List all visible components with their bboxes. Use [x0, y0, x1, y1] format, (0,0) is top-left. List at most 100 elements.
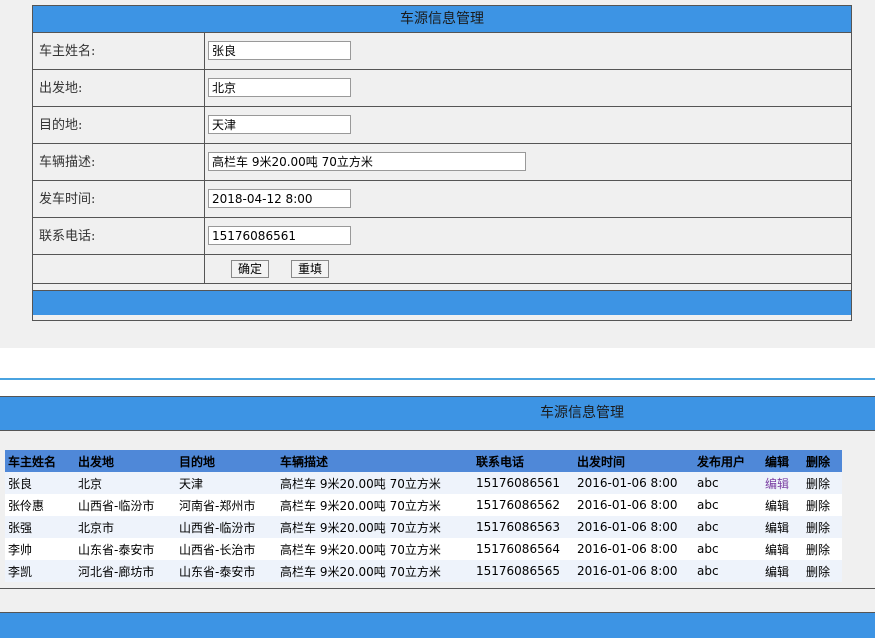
cell-user: abc — [694, 472, 762, 494]
form-footer-bar — [33, 291, 851, 315]
edit-link[interactable]: 编辑 — [762, 538, 803, 560]
reset-button[interactable]: 重填 — [291, 260, 330, 278]
list-divider — [0, 588, 875, 589]
table-row: 张良 北京 天津 高栏车 9米20.00吨 70立方米 15176086561 … — [5, 472, 842, 494]
column-divider — [204, 33, 205, 69]
form-row-origin: 出发地: — [33, 70, 851, 107]
vehicle-table: 车主姓名 出发地 目的地 车辆描述 联系电话 出发时间 发布用户 编辑 删除 张… — [5, 450, 842, 582]
cell-description: 高栏车 9米20.00吨 70立方米 — [277, 516, 473, 538]
column-divider — [204, 144, 205, 180]
cell-user: abc — [694, 516, 762, 538]
cell-description: 高栏车 9米20.00吨 70立方米 — [277, 494, 473, 516]
departure-time-label: 发车时间: — [39, 192, 96, 207]
confirm-button[interactable]: 确定 — [231, 260, 270, 278]
destination-input[interactable] — [208, 115, 351, 134]
column-header-destination: 目的地 — [176, 450, 277, 472]
column-header-edit: 编辑 — [762, 450, 803, 472]
list-title: 车源信息管理 — [540, 405, 624, 421]
delete-link[interactable]: 删除 — [803, 494, 842, 516]
column-header-owner: 车主姓名 — [5, 450, 75, 472]
cell-time: 2016-01-06 8:00 — [574, 494, 694, 516]
owner-name-input[interactable] — [208, 41, 351, 60]
vehicle-description-input[interactable] — [208, 152, 526, 171]
edit-link[interactable]: 编辑 — [762, 516, 803, 538]
form-row-departure-time: 发车时间: — [33, 181, 851, 218]
cell-owner: 李帅 — [5, 538, 75, 560]
cell-time: 2016-01-06 8:00 — [574, 560, 694, 582]
cell-time: 2016-01-06 8:00 — [574, 538, 694, 560]
cell-destination: 山西省-长治市 — [176, 538, 277, 560]
delete-link[interactable]: 删除 — [803, 560, 842, 582]
delete-link[interactable]: 删除 — [803, 516, 842, 538]
origin-label: 出发地: — [39, 81, 83, 96]
phone-label: 联系电话: — [39, 229, 96, 244]
form-row-phone: 联系电话: — [33, 218, 851, 255]
top-panel: 车源信息管理 车主姓名: 出发地: 目的地: 车辆描述: 发车时间: — [0, 0, 875, 348]
cell-origin: 北京 — [75, 472, 176, 494]
form-row-description: 车辆描述: — [33, 144, 851, 181]
cell-owner: 张伶惠 — [5, 494, 75, 516]
cell-phone: 15176086561 — [473, 472, 574, 494]
column-divider — [204, 107, 205, 143]
cell-destination: 河南省-郑州市 — [176, 494, 277, 516]
cell-origin: 北京市 — [75, 516, 176, 538]
cell-origin: 山西省-临汾市 — [75, 494, 176, 516]
column-header-origin: 出发地 — [75, 450, 176, 472]
cell-phone: 15176086565 — [473, 560, 574, 582]
edit-link[interactable]: 编辑 — [762, 472, 803, 494]
vehicle-form: 车源信息管理 车主姓名: 出发地: 目的地: 车辆描述: 发车时间: — [32, 5, 852, 321]
column-header-user: 发布用户 — [694, 450, 762, 472]
table-row: 张伶惠 山西省-临汾市 河南省-郑州市 高栏车 9米20.00吨 70立方米 1… — [5, 494, 842, 516]
form-row-owner: 车主姓名: — [33, 33, 851, 70]
column-divider — [204, 218, 205, 254]
cell-user: abc — [694, 560, 762, 582]
column-divider — [204, 70, 205, 106]
list-header-bar: 车源信息管理 — [0, 397, 875, 431]
phone-input[interactable] — [208, 226, 351, 245]
table-header-row: 车主姓名 出发地 目的地 车辆描述 联系电话 出发时间 发布用户 编辑 删除 — [5, 450, 842, 472]
owner-name-label: 车主姓名: — [39, 44, 96, 59]
vehicle-list-panel: 车源信息管理 车主姓名 出发地 目的地 车辆描述 联系电话 出发时间 发布用户 … — [0, 396, 875, 638]
edit-link[interactable]: 编辑 — [762, 560, 803, 582]
column-divider — [204, 255, 205, 283]
origin-input[interactable] — [208, 78, 351, 97]
cell-phone: 15176086562 — [473, 494, 574, 516]
column-header-time: 出发时间 — [574, 450, 694, 472]
cell-destination: 天津 — [176, 472, 277, 494]
cell-description: 高栏车 9米20.00吨 70立方米 — [277, 560, 473, 582]
cell-destination: 山东省-泰安市 — [176, 560, 277, 582]
cell-owner: 张强 — [5, 516, 75, 538]
delete-link[interactable]: 删除 — [803, 472, 842, 494]
cell-destination: 山西省-临汾市 — [176, 516, 277, 538]
cell-owner: 张良 — [5, 472, 75, 494]
column-divider — [204, 181, 205, 217]
cell-description: 高栏车 9米20.00吨 70立方米 — [277, 472, 473, 494]
cell-phone: 15176086564 — [473, 538, 574, 560]
column-header-delete: 删除 — [803, 450, 842, 472]
form-row-destination: 目的地: — [33, 107, 851, 144]
cell-user: abc — [694, 494, 762, 516]
list-footer-bar — [0, 612, 875, 638]
cell-phone: 15176086563 — [473, 516, 574, 538]
form-spacer — [33, 284, 851, 291]
cell-origin: 山东省-泰安市 — [75, 538, 176, 560]
cell-time: 2016-01-06 8:00 — [574, 516, 694, 538]
cell-description: 高栏车 9米20.00吨 70立方米 — [277, 538, 473, 560]
table-row: 张强 北京市 山西省-临汾市 高栏车 9米20.00吨 70立方米 151760… — [5, 516, 842, 538]
departure-time-input[interactable] — [208, 189, 351, 208]
cell-origin: 河北省-廊坊市 — [75, 560, 176, 582]
vehicle-description-label: 车辆描述: — [39, 155, 96, 170]
form-title: 车源信息管理 — [33, 6, 851, 33]
destination-label: 目的地: — [39, 118, 83, 133]
cell-time: 2016-01-06 8:00 — [574, 472, 694, 494]
cell-owner: 李凯 — [5, 560, 75, 582]
form-button-row: 确定 重填 — [33, 255, 851, 284]
column-header-phone: 联系电话 — [473, 450, 574, 472]
column-header-description: 车辆描述 — [277, 450, 473, 472]
edit-link[interactable]: 编辑 — [762, 494, 803, 516]
table-row: 李凯 河北省-廊坊市 山东省-泰安市 高栏车 9米20.00吨 70立方米 15… — [5, 560, 842, 582]
delete-link[interactable]: 删除 — [803, 538, 842, 560]
cell-user: abc — [694, 538, 762, 560]
table-row: 李帅 山东省-泰安市 山西省-长治市 高栏车 9米20.00吨 70立方米 15… — [5, 538, 842, 560]
section-separator — [0, 378, 875, 380]
